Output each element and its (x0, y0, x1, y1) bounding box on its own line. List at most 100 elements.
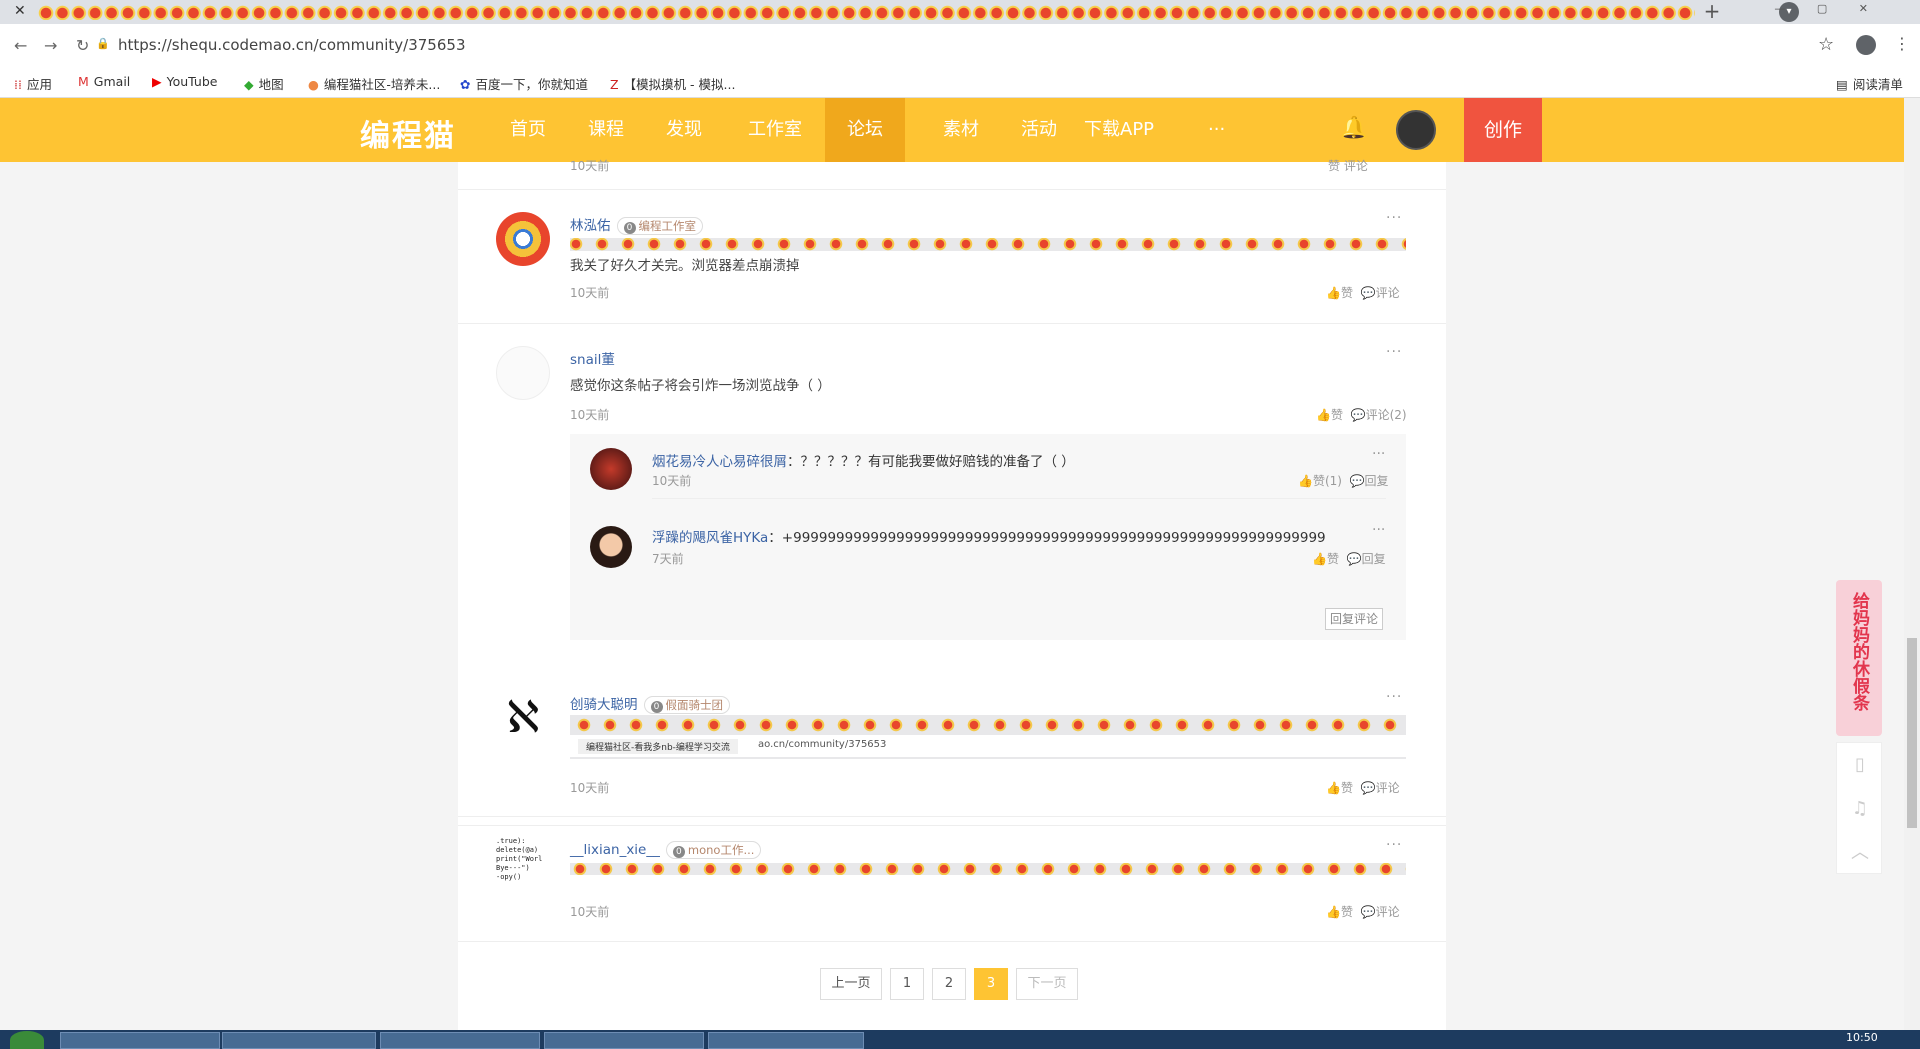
reply-avatar[interactable] (590, 448, 632, 490)
like-button[interactable]: 👍赞 (1326, 781, 1353, 795)
commenter-name[interactable]: __lixian_xie__ 0 mono工作... (570, 841, 762, 859)
start-button[interactable] (10, 1031, 44, 1049)
back-to-top-icon[interactable]: ︿ (1837, 831, 1883, 875)
forward-icon[interactable]: → (44, 36, 57, 55)
bookmark-gmail[interactable]: M Gmail (78, 74, 130, 89)
comment-actions: 👍赞 💬评论 (1326, 284, 1400, 301)
taskbar-item[interactable] (380, 1032, 540, 1049)
next-page-button[interactable]: 下一页 (1016, 968, 1078, 1000)
user-avatar[interactable] (1396, 110, 1436, 150)
clock[interactable]: 10:50 (1846, 1031, 1878, 1044)
browser-menu-icon[interactable]: ⋮ (1894, 34, 1910, 53)
comment-actions: 👍赞 💬评论(2) (1316, 406, 1407, 423)
nav-studio[interactable]: 工作室 (726, 98, 824, 162)
nav-more[interactable]: ··· (1186, 98, 1247, 162)
like-button[interactable]: 👍赞(1) (1298, 474, 1342, 488)
bookmark-youtube[interactable]: ▶ YouTube (152, 74, 217, 89)
gmail-icon: M (78, 74, 89, 89)
reply-button[interactable]: 💬评论 (1361, 781, 1400, 795)
comment-time: 10天前 (570, 159, 610, 173)
nav-download-app[interactable]: 下载APP (1062, 98, 1176, 162)
create-button[interactable]: 创作 (1464, 98, 1542, 162)
like-button[interactable]: 👍赞 (1326, 286, 1353, 300)
taskbar-item[interactable] (60, 1032, 220, 1049)
commenter-avatar[interactable] (496, 346, 550, 400)
screenshot-strip: 编程猫社区-看我多nb-编程学习交流 ao.cn/community/37565… (570, 715, 1406, 759)
more-icon[interactable]: ··· (1386, 837, 1402, 853)
nav-materials[interactable]: 素材 (921, 98, 1001, 162)
reading-list[interactable]: ▤ 阅读清单 (1836, 74, 1903, 93)
divider (652, 498, 1386, 499)
maps-icon: ◆ (244, 77, 254, 92)
taskbar-item[interactable] (708, 1032, 864, 1049)
site-logo[interactable]: 编程猫 (360, 111, 456, 155)
comment-time: 10天前 (570, 905, 610, 919)
bookmark-simulator[interactable]: Z 【模拟摸机 - 模拟... (610, 74, 735, 93)
bookmarks-bar: ⁞⁞ 应用 M Gmail ▶ YouTube ◆ 地图 ● 编程猫社区-培养未... ✿… (0, 68, 1920, 98)
studio-badge[interactable]: 0 假面骑士团 (643, 696, 730, 714)
reply-author[interactable]: 浮躁的飓风雀HYKa (652, 530, 768, 546)
like-button[interactable]: 👍赞 (1316, 408, 1343, 422)
page-2-button[interactable]: 2 (932, 968, 966, 1000)
page-3-button[interactable]: 3 (974, 968, 1008, 1000)
reload-icon[interactable]: ↻ (76, 36, 89, 55)
previous-comment-footer: 10天前 赞 评论 (458, 159, 1446, 190)
nav-courses[interactable]: 课程 (566, 98, 646, 162)
comment-time: 10天前 (570, 286, 610, 300)
profile-icon[interactable] (1856, 35, 1876, 55)
commenter-name[interactable]: 创骑大聪明 0 假面骑士团 (570, 693, 730, 714)
strip-url: ao.cn/community/375653 (758, 739, 887, 750)
more-icon[interactable]: ··· (1386, 344, 1402, 360)
reply-button[interactable]: 💬回复 (1350, 474, 1389, 488)
url-field[interactable]: https://shequ.codemao.cn/community/37565… (118, 36, 465, 54)
bookmark-maps[interactable]: ◆ 地图 (244, 74, 284, 93)
close-tab-icon[interactable]: ✕ (14, 3, 26, 19)
new-tab-button[interactable]: + (1697, 0, 1727, 24)
commenter-avatar[interactable]: .true): delete(@a) print("Worl Bye---") … (496, 837, 550, 891)
more-icon[interactable]: ··· (1386, 689, 1402, 705)
more-icon[interactable]: ··· (1386, 210, 1402, 226)
bell-icon[interactable]: ♫ (1837, 787, 1883, 831)
nav-discover[interactable]: 发现 (644, 98, 724, 162)
tab-favicons[interactable] (38, 4, 1695, 20)
nav-home[interactable]: 首页 (488, 98, 568, 162)
reply-line: 烟花易冷人心易碎很屑：？？？？？有可能我要做好赔钱的准备了（ ） (652, 450, 1075, 470)
more-icon[interactable]: ··· (1372, 446, 1385, 462)
reply-button[interactable]: 💬评论 (1361, 286, 1400, 300)
like-button[interactable]: 👍赞 (1312, 552, 1339, 566)
reply-avatar[interactable] (590, 526, 632, 568)
comment-item: .true): delete(@a) print("Worl Bye---") … (458, 817, 1446, 942)
window-controls[interactable]: — ▢ ✕ (1774, 2, 1882, 15)
bookmark-baidu[interactable]: ✿ 百度一下，你就知道 (460, 74, 588, 93)
nav-forum[interactable]: 论坛 (825, 98, 905, 162)
reply-button[interactable]: 💬评论 (1361, 905, 1400, 919)
bookmark-apps[interactable]: ⁞⁞ 应用 (14, 74, 52, 93)
prev-page-button[interactable]: 上一页 (820, 968, 882, 1000)
lock-icon[interactable]: 🔒 (96, 37, 110, 50)
studio-badge[interactable]: 0 mono工作... (665, 841, 762, 859)
reply-button[interactable]: 💬回复 (1347, 552, 1386, 566)
commenter-avatar[interactable] (496, 212, 550, 266)
side-advertisement[interactable]: 给妈妈的休假条 (1836, 580, 1882, 736)
reply-author[interactable]: 烟花易冷人心易碎很屑 (652, 454, 787, 470)
more-icon[interactable]: ··· (1372, 522, 1385, 538)
mobile-icon[interactable]: ▯ (1837, 743, 1883, 787)
comment-item: ℵ 创骑大聪明 0 假面骑士团 ··· 编程猫社区-看我多nb-编程学习交流 ao.… (458, 669, 1446, 817)
comment-actions[interactable]: 赞 评论 (1328, 157, 1368, 174)
back-icon[interactable]: ← (14, 36, 27, 55)
notification-bell-icon[interactable]: 🔔 (1340, 116, 1367, 141)
reply-button[interactable]: 💬评论(2) (1351, 408, 1407, 422)
like-button[interactable]: 👍赞 (1326, 905, 1353, 919)
studio-badge[interactable]: 0 编程工作室 (616, 217, 703, 235)
taskbar-item[interactable] (222, 1032, 376, 1049)
bookmark-star-icon[interactable]: ☆ (1818, 34, 1834, 55)
bookmark-codemao[interactable]: ● 编程猫社区-培养未... (308, 74, 440, 93)
page-1-button[interactable]: 1 (890, 968, 924, 1000)
commenter-avatar[interactable]: ℵ (496, 691, 550, 745)
scrollbar-thumb[interactable] (1907, 638, 1917, 828)
commenter-name[interactable]: 林泓佑 0 编程工作室 (570, 214, 703, 235)
page-scrollbar[interactable] (1904, 98, 1920, 1030)
commenter-name[interactable]: snail董 (570, 348, 615, 368)
taskbar-item[interactable] (544, 1032, 704, 1049)
reply-comment-button[interactable]: 回复评论 (1325, 608, 1383, 630)
